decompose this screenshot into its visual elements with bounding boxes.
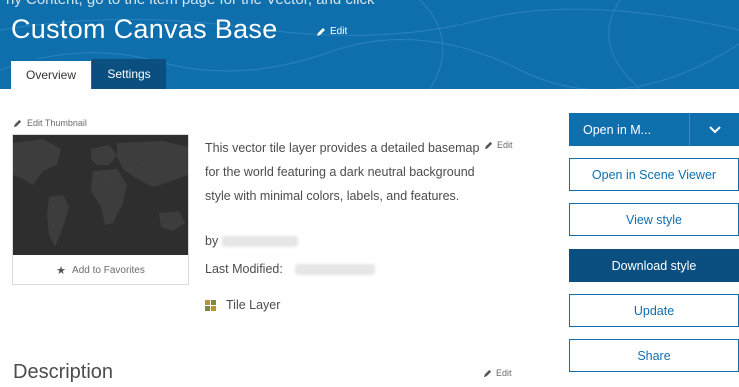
last-modified-date-redacted bbox=[294, 263, 375, 275]
pencil-icon bbox=[484, 141, 493, 149]
edit-summary-button[interactable]: Edit bbox=[484, 140, 513, 150]
open-options-dropdown[interactable] bbox=[689, 113, 739, 146]
edit-summary-label: Edit bbox=[497, 140, 513, 150]
by-label: by bbox=[205, 234, 219, 248]
last-modified-label: Last Modified: bbox=[205, 262, 283, 276]
download-style-button[interactable]: Download style bbox=[569, 249, 739, 282]
dark-world-map bbox=[13, 135, 188, 255]
cropped-instruction-text: ny Content, go to the item page for the … bbox=[6, 0, 375, 8]
item-tabs: Overview Settings bbox=[11, 59, 166, 89]
edit-title-button[interactable]: Edit bbox=[316, 26, 347, 37]
open-in-map-label: Open in M... bbox=[583, 122, 652, 137]
tab-settings[interactable]: Settings bbox=[92, 59, 166, 89]
page-title: Custom Canvas Base bbox=[11, 14, 278, 44]
pencil-icon bbox=[317, 27, 325, 36]
star-icon: ★ bbox=[56, 264, 67, 277]
chevron-down-icon bbox=[708, 125, 721, 133]
owner-row: by bbox=[205, 234, 299, 248]
owner-name-redacted[interactable] bbox=[222, 235, 299, 247]
thumbnail-image bbox=[13, 135, 188, 255]
edit-title-label: Edit bbox=[330, 26, 348, 37]
item-type-row: Tile Layer bbox=[205, 298, 280, 312]
pencil-icon bbox=[483, 369, 492, 377]
share-button[interactable]: Share bbox=[569, 339, 739, 372]
item-type-label: Tile Layer bbox=[226, 298, 281, 312]
add-to-favorites-label: Add to Favorites bbox=[72, 264, 145, 276]
thumbnail-card: ★ Add to Favorites bbox=[12, 134, 189, 285]
tile-layer-icon bbox=[205, 299, 216, 311]
last-modified-row: Last Modified: bbox=[205, 262, 375, 276]
tab-overview[interactable]: Overview bbox=[11, 59, 91, 89]
pencil-icon bbox=[13, 119, 22, 127]
edit-description-button[interactable]: Edit bbox=[483, 368, 512, 378]
open-in-map-button[interactable]: Open in M... bbox=[569, 113, 739, 146]
edit-thumbnail-button[interactable]: Edit Thumbnail bbox=[13, 118, 87, 128]
edit-description-label: Edit bbox=[496, 368, 512, 378]
description-heading: Description bbox=[13, 361, 114, 383]
add-to-favorites-button[interactable]: ★ Add to Favorites bbox=[13, 256, 188, 284]
edit-thumbnail-label: Edit Thumbnail bbox=[27, 118, 87, 128]
open-in-scene-viewer-button[interactable]: Open in Scene Viewer bbox=[569, 158, 739, 191]
view-style-button[interactable]: View style bbox=[569, 203, 739, 236]
item-summary: This vector tile layer provides a detail… bbox=[205, 141, 480, 203]
update-button[interactable]: Update bbox=[569, 294, 739, 327]
item-header: ny Content, go to the item page for the … bbox=[0, 0, 739, 89]
